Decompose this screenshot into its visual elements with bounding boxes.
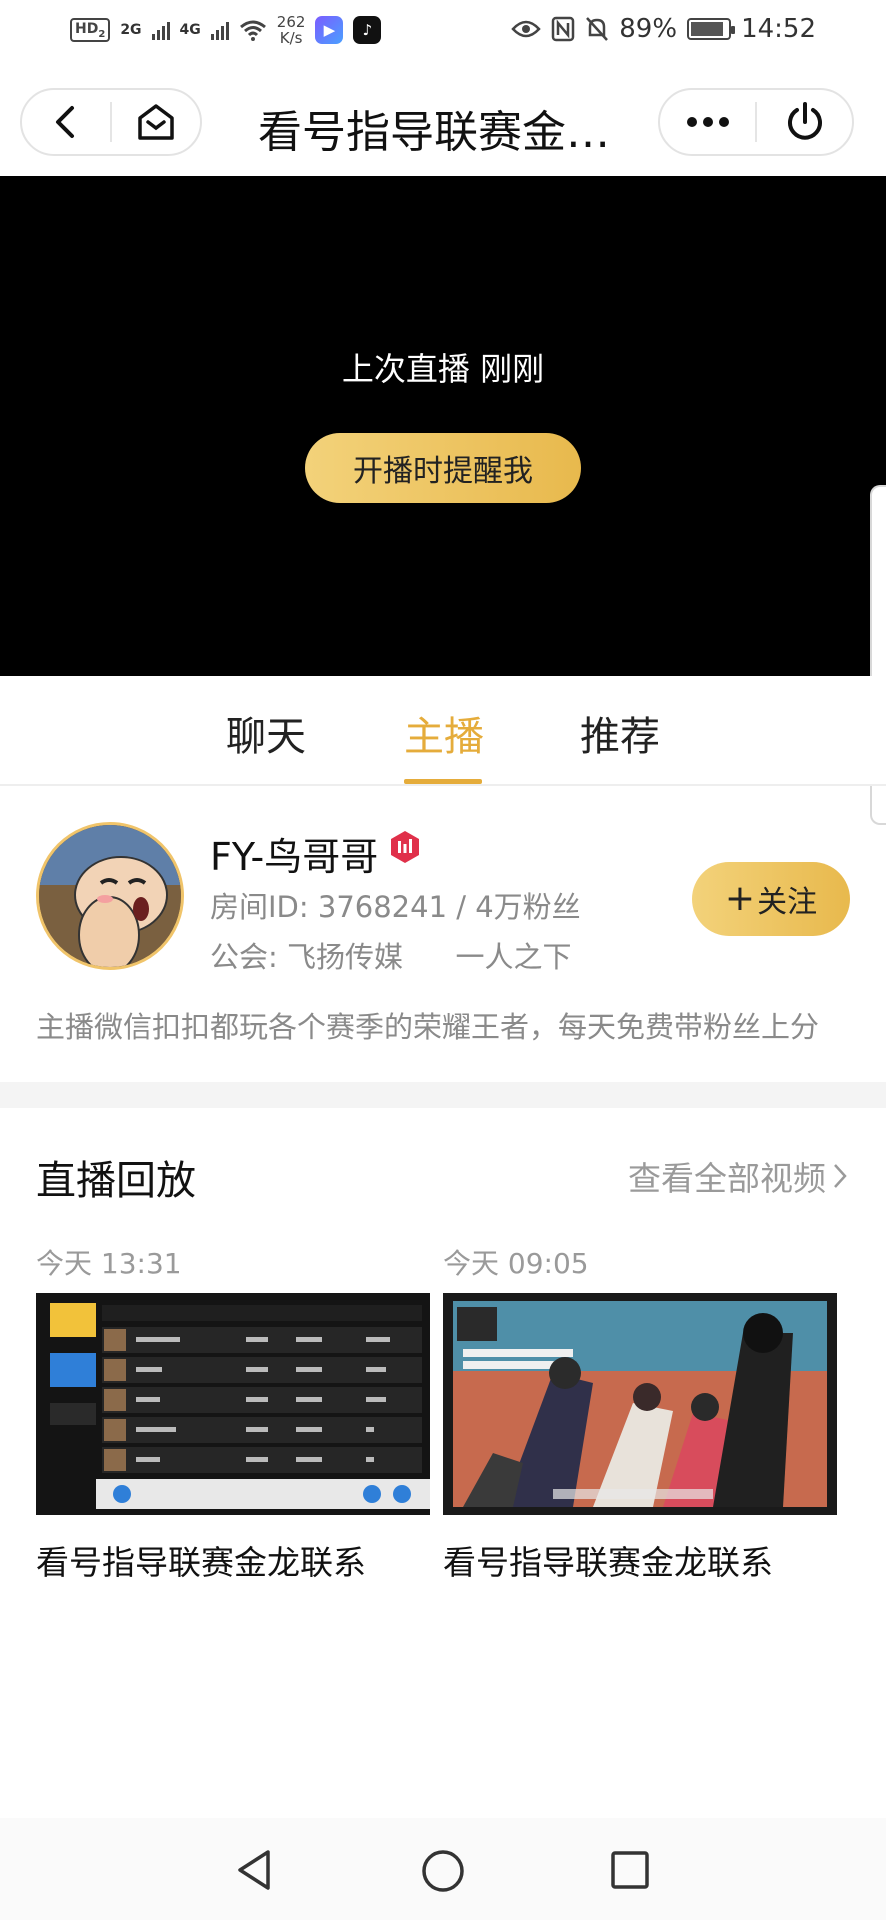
hd-badge: HD2 <box>70 17 111 43</box>
back-icon <box>56 106 74 138</box>
close-button[interactable] <box>757 90 852 154</box>
nav-back-icon[interactable] <box>234 1848 274 1892</box>
view-all-label: 查看全部视频 <box>628 1159 826 1198</box>
status-right: 89% 14:52 <box>511 14 816 44</box>
replay-time: 今天 09:05 <box>443 1247 589 1280</box>
nav-recents-icon[interactable] <box>610 1850 650 1890</box>
tab-recommend[interactable]: 推荐 <box>580 704 660 762</box>
anchor-name: FY-鸟哥哥 <box>210 835 379 879</box>
replay-section-title: 直播回放 <box>36 1158 196 1204</box>
signal-icon-2 <box>210 20 229 40</box>
status-left: HD2 2G 4G 262 K/s ▶ ♪ <box>70 13 382 47</box>
avatar-cartoon-image <box>39 825 181 967</box>
tab-anchor[interactable]: 主播 <box>404 704 484 762</box>
power-icon <box>787 102 822 140</box>
status-bar: HD2 2G 4G 262 K/s ▶ ♪ 89% 14:52 <box>0 0 886 66</box>
guild-info: 公会: 飞扬传媒 一人之下 <box>210 934 571 976</box>
room-id-fans: 房间ID: 3768241 / 4万粉丝 <box>210 890 581 924</box>
battery-icon <box>687 18 736 40</box>
replay-title[interactable]: 看号指导联赛金龙联系 <box>36 1536 366 1584</box>
remind-me-button[interactable]: 开播时提醒我 <box>305 433 581 503</box>
home-icon <box>138 104 174 140</box>
nfc-icon <box>552 16 575 42</box>
chevron-right-icon <box>834 1164 847 1188</box>
more-button[interactable] <box>660 90 755 154</box>
replay-thumbnail-image <box>36 1293 430 1515</box>
replay-thumbnail-image <box>443 1293 837 1515</box>
network-2g-label: 2G <box>120 22 142 38</box>
tab-chat[interactable]: 聊天 <box>226 704 306 762</box>
last-live-text: 上次直播 刚刚 <box>341 350 545 388</box>
replay-time: 今天 13:31 <box>36 1247 182 1280</box>
section-divider <box>0 1082 886 1108</box>
nav-left-capsule <box>20 88 202 156</box>
guild-label: 公会: 飞扬传媒 <box>210 940 403 974</box>
video-player[interactable]: 上次直播 刚刚 开播时提醒我 <box>0 176 886 676</box>
game-label: 一人之下 <box>455 940 572 974</box>
video-app-icon: ▶ <box>315 16 344 44</box>
anchor-intro: 主播微信扣扣都玩各个赛季的荣耀王者，每天免费带粉丝上分 <box>36 1010 820 1044</box>
eye-icon <box>511 20 541 38</box>
home-button[interactable] <box>112 90 200 154</box>
mute-icon <box>586 17 609 41</box>
nav-right-capsule <box>658 88 854 156</box>
network-4g-label: 4G <box>179 22 201 38</box>
wifi-icon <box>239 20 266 41</box>
replay-title[interactable]: 看号指导联赛金龙联系 <box>443 1536 773 1584</box>
nav-home-icon[interactable] <box>420 1848 466 1894</box>
battery-percent: 89% <box>619 14 678 44</box>
clock: 14:52 <box>741 14 816 44</box>
live-badge-icon <box>391 831 419 863</box>
signal-icon <box>151 20 170 40</box>
plus-icon: + <box>724 878 756 919</box>
view-all-videos-link[interactable]: 查看全部视频 <box>628 1152 848 1200</box>
tab-bar: 聊天 主播 推荐 <box>0 676 886 786</box>
more-icon <box>686 117 729 127</box>
replay-thumbnail[interactable] <box>443 1293 837 1515</box>
tiktok-icon: ♪ <box>353 16 382 44</box>
system-nav-bar <box>0 1818 886 1920</box>
follow-label: 关注 <box>757 885 818 920</box>
replay-thumbnail[interactable] <box>36 1293 430 1515</box>
net-speed: 262 K/s <box>276 13 306 47</box>
follow-button[interactable]: + 关注 <box>692 862 850 936</box>
back-button[interactable] <box>22 90 110 154</box>
active-tab-indicator <box>404 779 482 784</box>
nav-bar: 看号指导联赛金… <box>0 66 886 176</box>
page-title: 看号指导联赛金… <box>258 107 610 158</box>
avatar[interactable] <box>36 822 184 970</box>
